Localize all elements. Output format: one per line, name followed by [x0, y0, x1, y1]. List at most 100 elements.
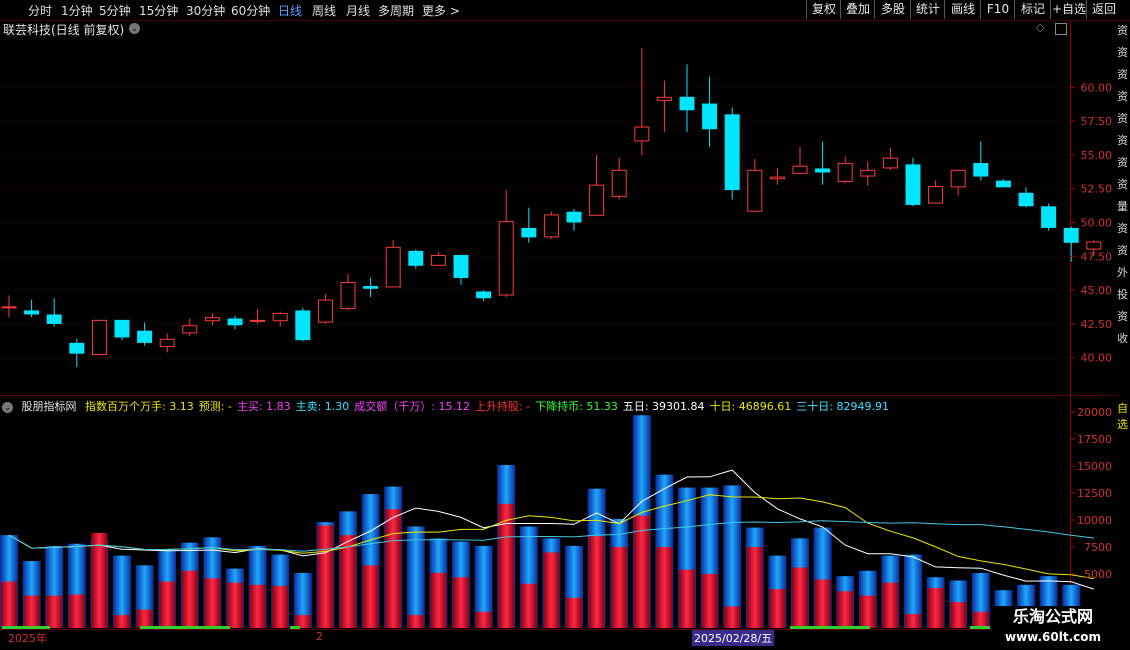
volume-tick-label: 20000 — [1077, 406, 1112, 419]
candle-body — [928, 186, 944, 204]
cursor-date-label: 2025/02/28/五 — [692, 630, 775, 646]
price-tick-label: 60.00 — [1081, 81, 1113, 94]
buy-volume-bar — [181, 570, 198, 628]
right-strip-char: 资 — [1117, 156, 1128, 169]
buy-volume-bar — [543, 552, 560, 628]
buy-volume-bar — [249, 584, 266, 628]
buy-volume-bar — [972, 611, 989, 628]
candle-body — [882, 157, 898, 169]
buy-volume-bar — [204, 578, 221, 628]
signal-segment — [290, 626, 300, 629]
candle-body — [69, 342, 85, 354]
candle-body — [1063, 227, 1079, 243]
right-strip-bottom-char: 选 — [1117, 418, 1128, 431]
right-info-strip[interactable]: 资资资资资资资资量资资外投资收自选 — [1116, 20, 1130, 630]
candle-body — [950, 169, 966, 188]
volume-axis: 20000 17500 15000 12500 10000 7500 5000 — [1070, 406, 1112, 581]
buy-volume-bar — [317, 525, 334, 628]
candle-body — [498, 221, 514, 296]
signal-segment — [140, 626, 230, 629]
buy-volume-bar — [136, 609, 153, 628]
candle-body — [589, 184, 605, 216]
candle-body — [679, 96, 695, 111]
buy-volume-bar — [23, 595, 40, 628]
buy-volume-bar — [227, 582, 243, 628]
candle-body — [566, 211, 582, 223]
buy-volume-bar — [407, 615, 424, 628]
right-strip-char: 资 — [1117, 222, 1128, 235]
price-tick-label: 57.50 — [1081, 115, 1113, 128]
candle-body — [769, 176, 785, 180]
watermark: 乐淘公式网 www.60lt.com — [990, 606, 1116, 650]
buy-volume-bar — [633, 515, 650, 628]
candle-body — [905, 164, 921, 205]
candlesticks — [1, 48, 1102, 368]
buy-volume-bar — [340, 535, 356, 628]
candle-body — [91, 319, 107, 356]
grid-lines — [0, 86, 1070, 359]
right-strip-char: 投 — [1117, 288, 1128, 301]
candle-body — [611, 169, 627, 197]
buy-volume-bar — [46, 595, 63, 628]
candle-body — [363, 286, 379, 289]
buy-volume-bar — [430, 572, 447, 628]
candle-body — [973, 163, 989, 177]
buy-volume-bar — [746, 547, 763, 628]
legend-item-7: 五日: 39301.84 — [622, 400, 705, 413]
candle-body — [46, 314, 62, 324]
indicator-name[interactable]: 股朋指标网 — [22, 400, 77, 413]
candle-body — [430, 254, 446, 266]
volume-tick-label: 15000 — [1077, 460, 1112, 473]
candle-body — [860, 169, 876, 177]
buy-volume-bar — [656, 547, 673, 628]
candle-body — [724, 114, 740, 191]
right-strip-char: 资 — [1117, 46, 1128, 59]
date-year-label: 2025年 — [8, 632, 47, 645]
candle-body — [634, 126, 650, 142]
buy-volume-bar — [950, 602, 967, 628]
candle-body — [317, 299, 333, 323]
buy-volume-bar — [520, 583, 537, 628]
date-mid-label: 2 — [316, 630, 323, 643]
volume-tick-label: 10000 — [1077, 514, 1112, 527]
buy-volume-bar — [905, 613, 921, 628]
volume-tick-label: 7500 — [1084, 541, 1112, 554]
signal-segment — [2, 626, 50, 629]
legend-item-9: 三十日: 82949.91 — [796, 400, 889, 413]
candle-body — [476, 291, 492, 299]
legend-item-0: 指数百万个万手: 3.13 — [85, 400, 194, 413]
buy-volume-bar — [724, 606, 741, 628]
right-strip-char: 资 — [1117, 24, 1128, 37]
buy-volume-bar — [362, 565, 379, 628]
candle-body — [453, 254, 469, 278]
candle-body — [792, 165, 808, 174]
candle-body — [114, 319, 130, 338]
right-strip-char: 资 — [1117, 134, 1128, 147]
candle-body — [204, 317, 220, 322]
candle-body — [1041, 206, 1057, 228]
buy-volume-bar — [701, 574, 718, 628]
price-tick-label: 42.50 — [1081, 318, 1113, 331]
buy-volume-bar — [68, 594, 85, 628]
buy-volume-bar — [453, 577, 469, 628]
right-strip-char: 资 — [1117, 310, 1128, 323]
date-axis: 2025年 2 2025/02/28/五 — [0, 630, 1116, 646]
chart-canvas: 60.00 57.50 55.00 52.50 50.00 47.50 45.00 42.50… — [0, 20, 1116, 630]
legend-item-8: 十日: 46896.61 — [709, 400, 792, 413]
buy-volume-bar — [769, 589, 786, 628]
price-axis: 60.00 57.50 55.00 52.50 50.00 47.50 45.00 42.50… — [1070, 81, 1113, 365]
candle-body — [521, 227, 537, 238]
buy-volume-bar — [159, 581, 176, 628]
candle-body — [747, 169, 763, 212]
indicator-settings-icon[interactable]: ⌄ — [2, 401, 13, 413]
candle-body — [295, 310, 311, 341]
buy-volume-bar — [814, 579, 831, 628]
candle-body — [702, 103, 718, 130]
sell-volume-bar — [406, 526, 425, 628]
right-strip-char: 外 — [1117, 266, 1128, 279]
signal-segment — [790, 626, 870, 629]
price-tick-label: 45.00 — [1081, 284, 1113, 297]
candle-body — [159, 338, 175, 347]
right-strip-char: 收 — [1117, 332, 1128, 345]
candle-body — [408, 250, 424, 266]
